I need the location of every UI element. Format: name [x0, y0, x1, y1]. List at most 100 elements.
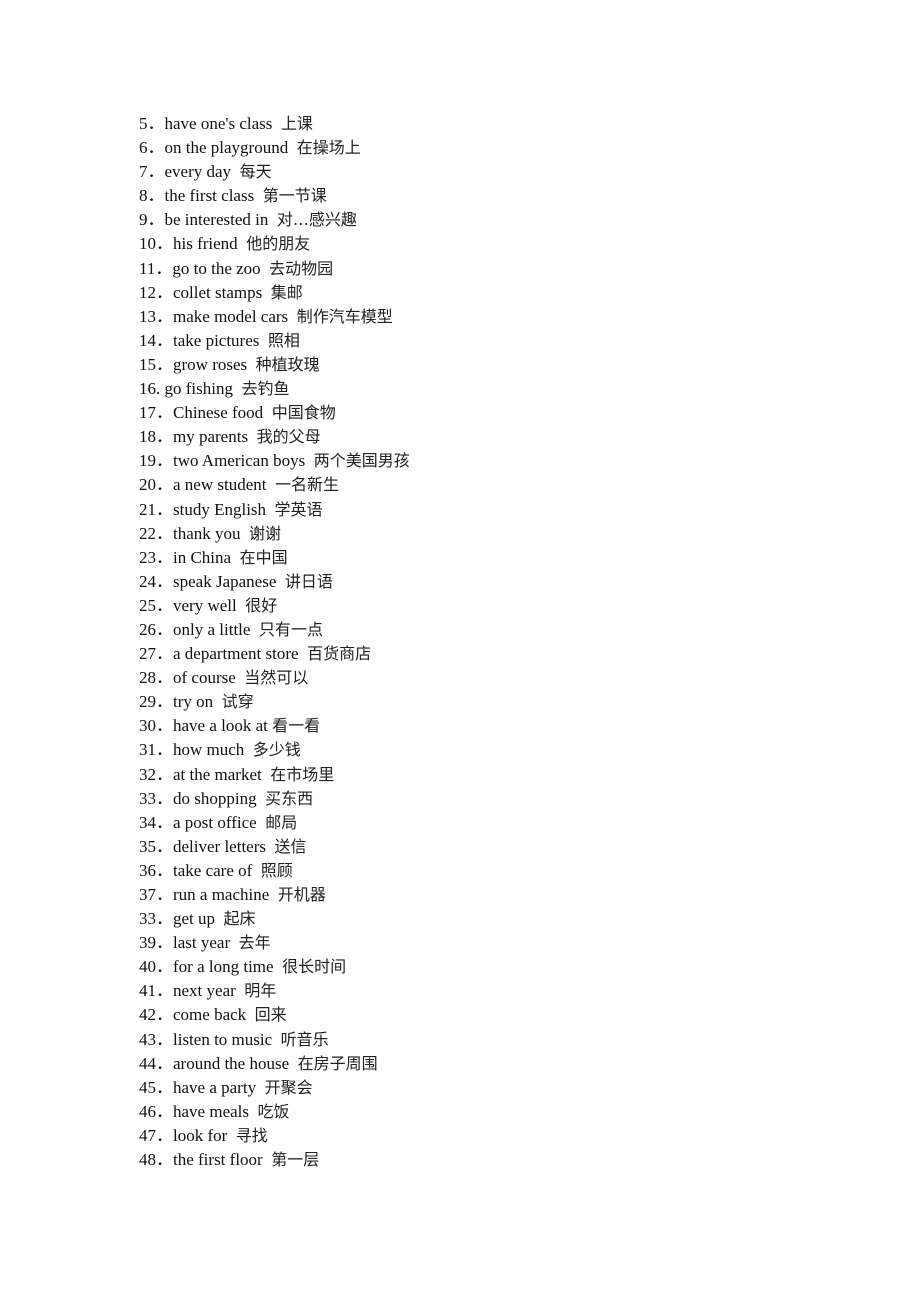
separator: [236, 981, 245, 1000]
chinese-translation: 很长时间: [282, 957, 347, 977]
item-number: 21．: [139, 499, 173, 519]
separator: [288, 138, 297, 157]
item-number: 27．: [139, 644, 173, 664]
chinese-translation: 开机器: [277, 885, 326, 904]
phrase-item: 5．have one's class 上课: [139, 112, 410, 136]
english-phrase: for a long time: [173, 957, 274, 977]
document-page: 5．have one's class 上课 6．on the playground…: [0, 0, 920, 1302]
separator: [266, 475, 275, 494]
english-phrase: have a look at: [173, 716, 268, 736]
separator: [256, 1078, 265, 1097]
english-phrase: at the market: [173, 764, 262, 784]
english-phrase: have a party: [173, 1077, 257, 1097]
chinese-translation: 一名新生: [274, 475, 339, 495]
phrase-item: 27．a department store 百货商店: [139, 642, 410, 666]
item-number: 37．: [139, 885, 173, 904]
phrase-item: 7．every day 每天: [139, 160, 410, 184]
chinese-translation: 他的朋友: [246, 234, 311, 254]
english-phrase: grow roses: [173, 354, 248, 374]
item-number: 28．: [139, 668, 173, 688]
chinese-translation: 学英语: [274, 499, 323, 519]
phrase-item: 8．the first class 第一节课: [139, 184, 410, 208]
item-number: 17．: [139, 403, 173, 423]
separator: [305, 451, 314, 470]
separator: [231, 162, 240, 181]
chinese-translation: 照相: [267, 330, 300, 350]
item-number: 14．: [139, 330, 173, 350]
english-phrase: Chinese food: [173, 403, 264, 423]
english-phrase: a department store: [173, 644, 299, 664]
separator: [238, 234, 247, 253]
item-number: 34．: [139, 812, 173, 832]
phrase-item: 33．get up 起床: [139, 907, 410, 931]
chinese-translation: 制作汽车模型: [296, 306, 393, 326]
phrase-item: 28．of course 当然可以: [139, 666, 410, 690]
item-number: 45．: [139, 1077, 173, 1097]
item-number: 33．: [139, 909, 173, 929]
phrase-item: 13．make model cars 制作汽车模型: [139, 305, 410, 329]
item-number: 31．: [139, 740, 173, 760]
chinese-translation: 在操场上: [296, 138, 361, 158]
item-number: 23．: [139, 547, 173, 567]
separator: [299, 644, 308, 663]
separator: [231, 548, 240, 567]
phrase-item: 42．come back 回来: [139, 1003, 410, 1027]
chinese-translation: 在中国: [239, 547, 288, 567]
chinese-translation: 开聚会: [264, 1077, 313, 1097]
english-phrase: last year: [173, 933, 231, 953]
item-number: 33．: [139, 788, 173, 808]
chinese-translation: 邮局: [265, 812, 298, 832]
item-number: 19．: [139, 451, 173, 471]
separator: [288, 307, 297, 326]
item-number: 32．: [139, 764, 173, 784]
item-number: 8．: [139, 186, 165, 206]
phrase-item: 11．go to the zoo 去动物园: [139, 257, 410, 281]
english-phrase: deliver letters: [173, 836, 266, 856]
chinese-translation: 每天: [239, 162, 272, 182]
english-phrase: how much: [173, 740, 245, 760]
item-number: 35．: [139, 836, 173, 856]
separator: [257, 813, 266, 832]
separator: [261, 259, 270, 278]
item-number: 47．: [139, 1125, 173, 1145]
item-number: 40．: [139, 957, 173, 977]
item-number: 43．: [139, 1029, 173, 1049]
english-phrase: my parents: [173, 427, 249, 447]
separator: [263, 1150, 272, 1169]
separator: [215, 909, 224, 928]
english-phrase: look for: [173, 1125, 228, 1145]
phrase-item: 21．study English 学英语: [139, 498, 410, 522]
phrase-item: 29．try on 试穿: [139, 690, 410, 714]
english-phrase: thank you: [173, 523, 241, 543]
separator: [236, 668, 245, 687]
phrase-item: 15．grow roses 种植玫瑰: [139, 353, 410, 377]
phrase-item: 6．on the playground 在操场上: [139, 136, 410, 160]
chinese-translation: 第一节课: [262, 186, 327, 206]
item-number: 39．: [139, 933, 173, 953]
phrase-item: 44．around the house 在房子周围: [139, 1052, 410, 1076]
phrase-item: 34．a post office 邮局: [139, 811, 410, 835]
chinese-translation: 上课: [280, 114, 313, 133]
separator: [262, 283, 271, 302]
phrase-item: 48．the first floor 第一层: [139, 1148, 410, 1172]
english-phrase: next year: [173, 981, 236, 1001]
english-phrase: the first floor: [173, 1150, 263, 1170]
phrase-item: 23．in China 在中国: [139, 546, 410, 570]
english-phrase: do shopping: [173, 788, 257, 808]
separator: [274, 957, 283, 976]
chinese-translation: 只有一点: [258, 619, 323, 639]
english-phrase: have one's class: [164, 114, 273, 133]
chinese-translation: 去年: [238, 933, 271, 953]
separator: [246, 1005, 255, 1024]
phrase-item: 26．only a little 只有一点: [139, 618, 410, 642]
item-number: 26．: [139, 619, 173, 639]
phrase-item: 36．take care of 照顾: [139, 859, 410, 883]
chinese-translation: 起床: [223, 909, 256, 929]
phrase-item: 25．very well 很好: [139, 594, 410, 618]
english-phrase: the first class: [164, 186, 255, 206]
separator: [272, 1030, 281, 1049]
item-number: 30．: [139, 716, 173, 736]
separator: [266, 837, 275, 856]
phrase-item: 18．my parents 我的父母: [139, 425, 410, 449]
phrase-item: 41．next year 明年: [139, 979, 410, 1003]
